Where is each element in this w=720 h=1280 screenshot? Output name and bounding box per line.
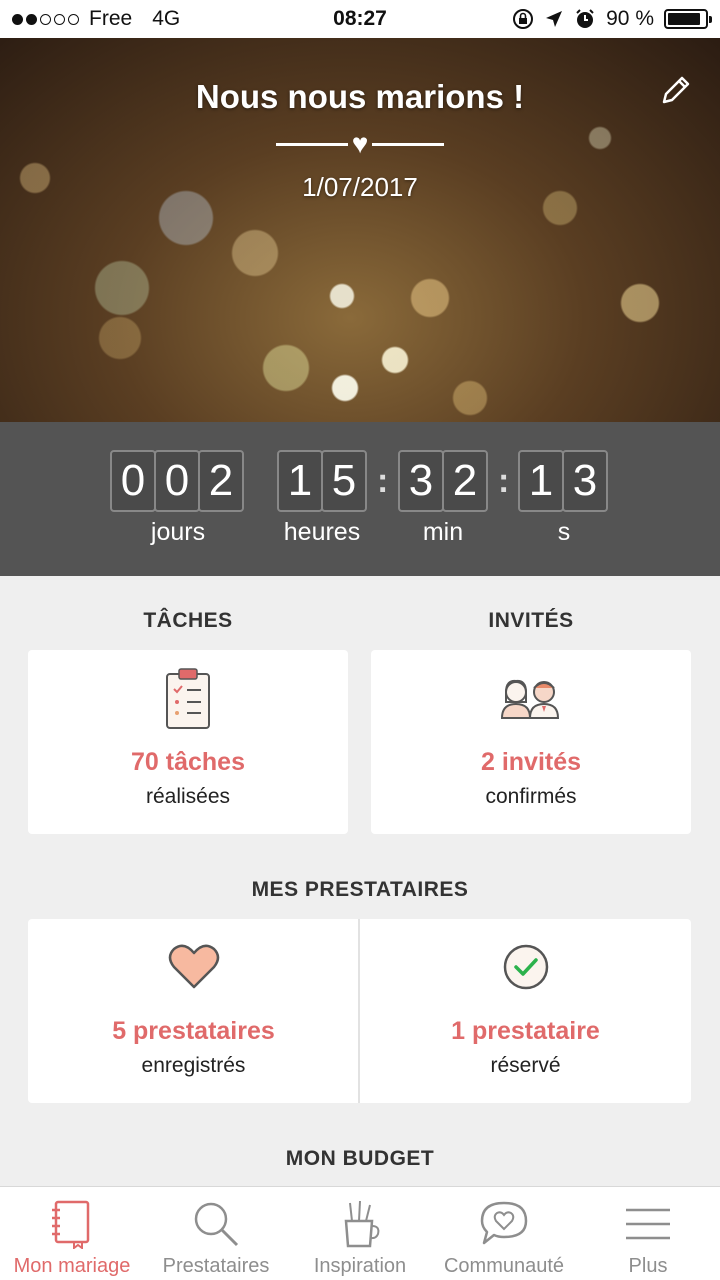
saved-vendors-count: 5 prestataires (112, 1017, 275, 1045)
status-time: 08:27 (333, 7, 387, 30)
budget-section-title: MON BUDGET (285, 1147, 435, 1170)
seconds-label: s (557, 518, 571, 546)
tasks-count: 70 tâches (131, 748, 245, 776)
countdown-separator: : (377, 462, 389, 500)
orientation-lock-icon (513, 9, 534, 29)
heart-divider: ♥ (275, 128, 445, 159)
countdown-seconds: 1 3 (518, 450, 608, 512)
saved-vendors-caption: enregistrés (141, 1054, 246, 1077)
countdown-days: 0 0 2 (110, 450, 244, 512)
countdown-digit: 5 (321, 450, 367, 512)
countdown-hours: 1 5 (277, 450, 367, 512)
countdown-digit: 0 (154, 450, 200, 512)
countdown-digit: 2 (198, 450, 244, 512)
tasks-card[interactable]: 70 tâches réalisées (28, 650, 348, 834)
nav-inspiration[interactable]: Inspiration (288, 1187, 432, 1280)
booked-vendors-count: 1 prestataire (451, 1017, 600, 1045)
edit-pencil-icon[interactable] (658, 74, 692, 108)
nav-label: Communauté (443, 1255, 565, 1277)
nav-plus[interactable]: Plus (576, 1187, 720, 1280)
bottom-navigation: Mon mariage Prestataires Inspiration Com… (0, 1186, 720, 1280)
countdown-digit: 1 (518, 450, 564, 512)
nav-label: Inspiration (313, 1255, 407, 1277)
days-label: jours (150, 518, 206, 546)
countdown-minutes: 3 2 (398, 450, 488, 512)
location-arrow-icon (546, 11, 563, 27)
nav-label: Mon mariage (13, 1255, 131, 1277)
network-type: 4G (152, 7, 181, 30)
nav-label: Prestataires (162, 1255, 270, 1277)
carrier-name: Free (89, 7, 133, 30)
signal-strength-icon (12, 13, 79, 25)
booked-vendors-caption: réservé (490, 1054, 561, 1077)
tasks-caption: réalisées (145, 785, 231, 808)
minutes-label: min (422, 518, 464, 546)
tasks-section-title: TÂCHES (143, 609, 233, 632)
countdown-digit: 1 (277, 450, 323, 512)
countdown-panel: 0 0 2 1 5 : 3 2 : 1 3 jours heures min s (0, 422, 720, 576)
status-bar: Free 4G 08:27 90 % (0, 0, 720, 38)
guests-count: 2 invités (480, 748, 582, 776)
guests-couple-icon (500, 679, 560, 719)
guests-section-title: INVITÉS (488, 609, 574, 632)
battery-percent: 90 % (606, 7, 654, 30)
hero-banner: Nous nous marions ! ♥ 1/07/2017 (0, 38, 720, 422)
alarm-icon (576, 9, 594, 28)
nav-label: Plus (628, 1255, 668, 1277)
countdown-digit: 3 (398, 450, 444, 512)
wedding-title: Nous nous marions ! (195, 78, 525, 115)
menu-icon (626, 1208, 670, 1240)
countdown-separator: : (498, 462, 510, 500)
guests-card[interactable]: 2 invités confirmés (371, 650, 691, 834)
countdown-digit: 2 (442, 450, 488, 512)
check-circle-icon (503, 944, 548, 990)
booked-vendors-card[interactable]: 1 prestataire réservé (360, 919, 691, 1103)
nav-prestataires[interactable]: Prestataires (144, 1187, 288, 1280)
notebook-icon (52, 1200, 90, 1249)
pencil-cup-icon (344, 1200, 380, 1248)
nav-communaute[interactable]: Communauté (432, 1187, 576, 1280)
search-icon (194, 1202, 239, 1247)
battery-icon (664, 9, 712, 29)
heart-icon (168, 944, 219, 989)
wedding-date: 1/07/2017 (302, 172, 418, 202)
hours-label: heures (283, 518, 361, 546)
saved-vendors-card[interactable]: 5 prestataires enregistrés (28, 919, 359, 1103)
countdown-digit: 3 (562, 450, 608, 512)
guests-caption: confirmés (485, 785, 577, 808)
chat-heart-icon (480, 1201, 528, 1245)
heart-icon: ♥ (351, 128, 369, 159)
nav-mon-mariage[interactable]: Mon mariage (0, 1187, 144, 1280)
clipboard-checklist-icon (166, 668, 210, 729)
countdown-digit: 0 (110, 450, 156, 512)
vendors-section-title: MES PRESTATAIRES (251, 878, 469, 901)
